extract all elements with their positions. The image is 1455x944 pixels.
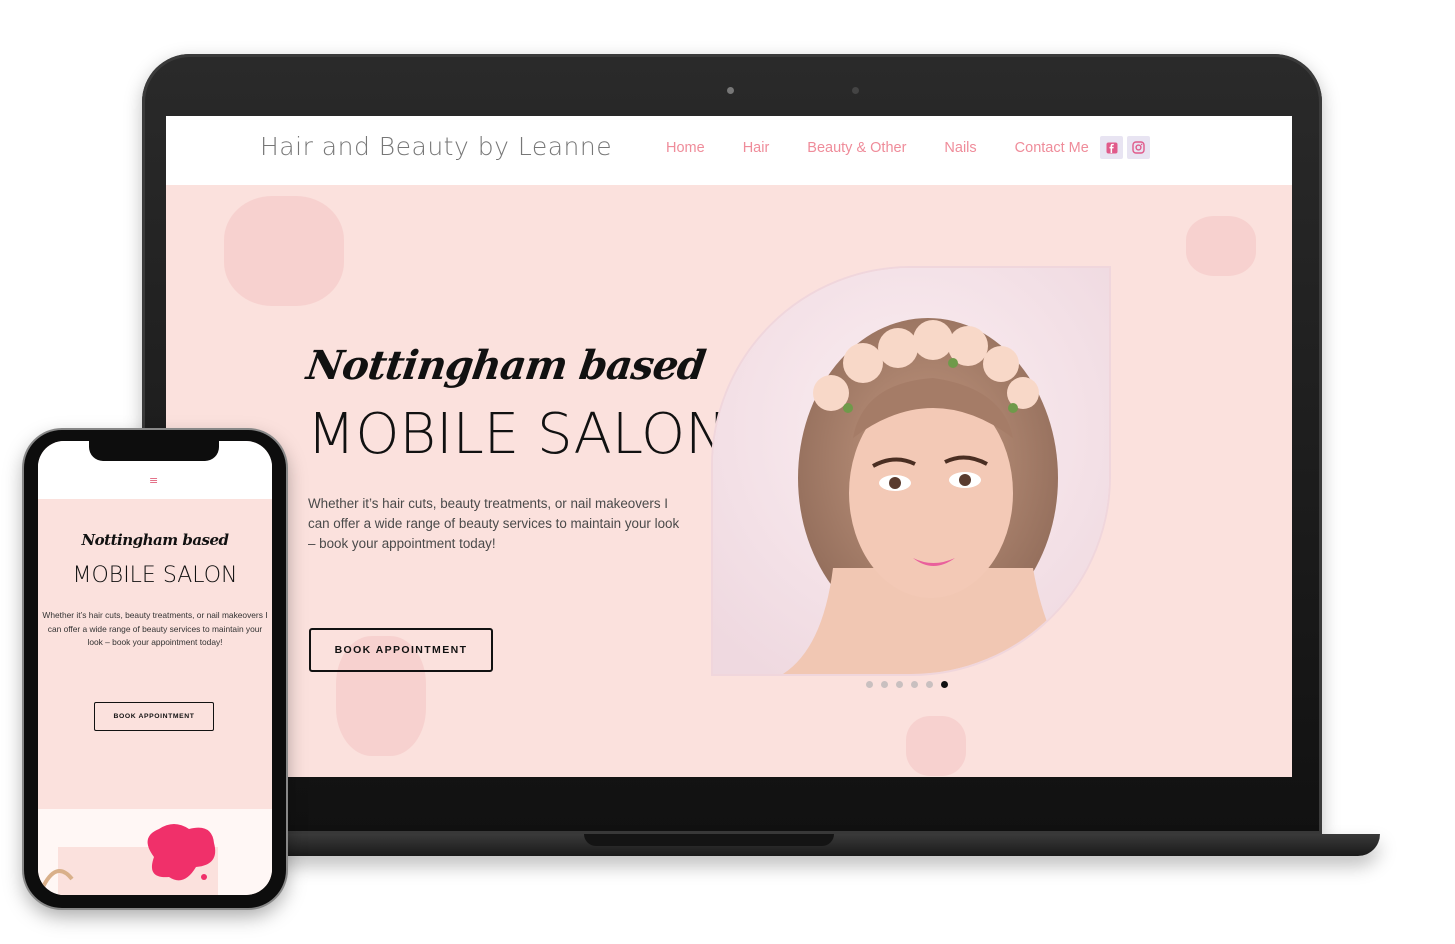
nav-nails[interactable]: Nails <box>944 140 976 156</box>
laptop-notch <box>584 834 834 846</box>
social-links <box>1100 136 1150 159</box>
camera-icon <box>727 87 734 94</box>
slider-dots <box>866 681 948 688</box>
site-header: Hair and Beauty by Leanne Home Hair Beau… <box>166 116 1292 185</box>
decor-blob <box>224 196 344 306</box>
nav-beauty-other[interactable]: Beauty & Other <box>807 140 906 156</box>
nail-polish-splash-icon <box>147 824 216 881</box>
sensor-icon <box>852 87 859 94</box>
nav-home[interactable]: Home <box>666 140 705 156</box>
slider-dot[interactable] <box>926 681 933 688</box>
slider-dot[interactable] <box>881 681 888 688</box>
mobile-paragraph: Whether it’s hair cuts, beauty treatment… <box>42 610 268 647</box>
slider-dot[interactable] <box>911 681 918 688</box>
facebook-icon[interactable] <box>1100 136 1123 159</box>
mobile-title: MOBILE SALON <box>72 563 238 588</box>
mobile-book-appointment-button[interactable]: BOOK APPOINTMENT <box>94 702 214 731</box>
mobile-next-section <box>38 809 272 895</box>
hero-script-title: Nottingham based <box>303 342 708 389</box>
hamburger-menu-icon[interactable]: ≡ <box>149 474 158 487</box>
nav-contact[interactable]: Contact Me <box>1015 140 1089 156</box>
slider-dot[interactable] <box>896 681 903 688</box>
main-nav: Home Hair Beauty & Other Nails Contact M… <box>666 140 1127 156</box>
instagram-icon[interactable] <box>1127 136 1150 159</box>
site-title[interactable]: Hair and Beauty by Leanne <box>260 132 612 161</box>
hero-portrait-image <box>711 266 1111 676</box>
mobile-script-title: Nottingham based <box>81 531 229 549</box>
decor-swirl-icon <box>40 869 74 890</box>
slider-dot-active[interactable] <box>941 681 948 688</box>
laptop-screen: Hair and Beauty by Leanne Home Hair Beau… <box>166 116 1292 777</box>
phone-notch <box>89 441 219 461</box>
decor-blob <box>1186 216 1256 276</box>
hero-title: MOBILE SALON <box>307 402 728 467</box>
hero-paragraph: Whether it’s hair cuts, beauty treatment… <box>308 496 680 551</box>
slider-dot[interactable] <box>866 681 873 688</box>
decor-blob <box>906 716 966 776</box>
nav-hair[interactable]: Hair <box>743 140 770 156</box>
phone-screen: ≡ Nottingham based MOBILE SALON Whether … <box>38 441 272 895</box>
book-appointment-button[interactable]: BOOK APPOINTMENT <box>309 628 493 672</box>
